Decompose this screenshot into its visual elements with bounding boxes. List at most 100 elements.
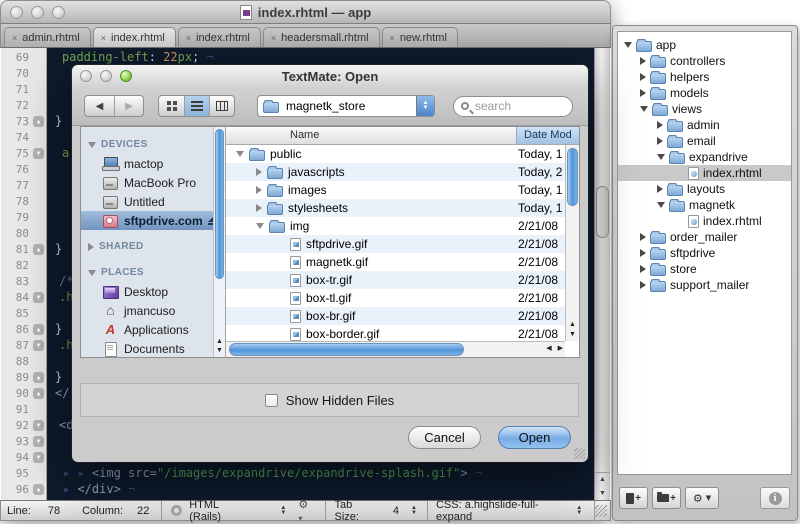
- sidebar-section-devices[interactable]: DEVICES: [81, 135, 225, 154]
- sidebar-scrollbar[interactable]: ▲▼: [213, 127, 225, 357]
- cancel-button[interactable]: Cancel: [408, 426, 481, 449]
- info-button[interactable]: [760, 487, 790, 509]
- search-input[interactable]: search: [453, 96, 573, 117]
- disclosure-collapsed-icon[interactable]: [657, 185, 663, 193]
- tree-item-helpers[interactable]: helpers: [618, 69, 791, 85]
- disclosure-collapsed-icon[interactable]: [640, 233, 646, 241]
- disclosure-collapsed-icon[interactable]: [640, 249, 646, 257]
- list-hscroll-arrows[interactable]: ◀▶: [546, 344, 563, 352]
- disclosure-expanded-icon[interactable]: [88, 270, 96, 276]
- tree-item-support-mailer[interactable]: support_mailer: [618, 277, 791, 293]
- tab-new-rhtml[interactable]: new.rhtml: [382, 27, 458, 47]
- close-tab-icon[interactable]: [390, 33, 395, 43]
- close-tab-icon[interactable]: [12, 33, 17, 43]
- window-resize-grip[interactable]: [595, 505, 607, 517]
- fold-start-icon[interactable]: [33, 452, 44, 463]
- sidebar-scrollbar-thumb[interactable]: [215, 129, 224, 279]
- popup-stepper-icon[interactable]: ▲▼: [416, 96, 434, 116]
- gear-menu-icon[interactable]: ⚙: [298, 498, 314, 524]
- fold-start-icon[interactable]: [33, 292, 44, 303]
- disclosure-collapsed-icon[interactable]: [640, 281, 646, 289]
- tree-item-magnetk[interactable]: magnetk: [618, 197, 791, 213]
- sidebar-item-home[interactable]: jmancuso: [81, 301, 225, 320]
- column-view-button[interactable]: [209, 96, 234, 116]
- fold-end-icon[interactable]: [33, 244, 44, 255]
- sidebar-section-places[interactable]: PLACES: [81, 263, 225, 282]
- tree-item-layouts[interactable]: layouts: [618, 181, 791, 197]
- fold-end-icon[interactable]: [33, 484, 44, 495]
- list-horizontal-scrollbar[interactable]: ◀▶: [226, 341, 565, 357]
- list-vertical-scrollbar[interactable]: ▲▼: [565, 145, 579, 341]
- disclosure-expanded-icon[interactable]: [657, 154, 665, 160]
- editor-scrollbar[interactable]: ▲ ▼: [594, 48, 610, 500]
- tab-admin-rhtml[interactable]: admin.rhtml: [4, 27, 91, 47]
- tab-size-stepper-icon[interactable]: ▲▼: [411, 506, 417, 516]
- disclosure-expanded-icon[interactable]: [236, 151, 244, 157]
- list-vscroll-arrows[interactable]: ▲▼: [566, 320, 579, 340]
- list-hscroll-thumb[interactable]: [229, 343, 464, 356]
- eject-icon[interactable]: [208, 217, 209, 225]
- disclosure-expanded-icon[interactable]: [657, 202, 665, 208]
- fold-start-icon[interactable]: [33, 148, 44, 159]
- sidebar-item-untitled[interactable]: Untitled: [81, 192, 225, 211]
- fold-end-icon[interactable]: [33, 116, 44, 127]
- file-row-box-br-gif[interactable]: box-br.gif2/21/08: [226, 307, 579, 325]
- file-row-magnetk-gif[interactable]: magnetk.gif2/21/08: [226, 253, 579, 271]
- close-tab-icon[interactable]: [271, 33, 276, 43]
- file-row-javascripts[interactable]: javascriptsToday, 2: [226, 163, 579, 181]
- location-popup[interactable]: magnetk_store ▲▼: [257, 95, 435, 117]
- tree-item-controllers[interactable]: controllers: [618, 53, 791, 69]
- disclosure-collapsed-icon[interactable]: [256, 186, 262, 194]
- tree-item-models[interactable]: models: [618, 85, 791, 101]
- sidebar-scroll-arrows[interactable]: ▲▼: [214, 337, 225, 355]
- disclosure-expanded-icon[interactable]: [624, 42, 632, 48]
- disclosure-expanded-icon[interactable]: [256, 223, 264, 229]
- tab-headersmall-rhtml[interactable]: headersmall.rhtml: [263, 27, 380, 47]
- sidebar-item-sftpdrive-selected[interactable]: sftpdrive.com: [81, 211, 225, 230]
- close-tab-icon[interactable]: [101, 33, 106, 43]
- tree-item-sftpdrive[interactable]: sftpdrive: [618, 245, 791, 261]
- disclosure-collapsed-icon[interactable]: [88, 243, 94, 251]
- editor-scrollbar-thumb[interactable]: [596, 186, 609, 238]
- tree-item-admin[interactable]: admin: [618, 117, 791, 133]
- open-button[interactable]: Open: [498, 426, 571, 449]
- list-view-button[interactable]: [184, 96, 209, 116]
- new-folder-button[interactable]: +: [652, 487, 681, 509]
- window-titlebar[interactable]: index.rhtml — app: [0, 0, 611, 24]
- disclosure-collapsed-icon[interactable]: [640, 89, 646, 97]
- list-vscroll-thumb[interactable]: [567, 148, 578, 206]
- tree-item-order-mailer[interactable]: order_mailer: [618, 229, 791, 245]
- icon-view-button[interactable]: [159, 96, 184, 116]
- symbol-selector[interactable]: CSS: a.highslide-full-expand: [436, 499, 572, 523]
- file-row-images[interactable]: imagesToday, 1: [226, 181, 579, 199]
- sidebar-item-mactop[interactable]: mactop: [81, 154, 225, 173]
- symbol-stepper-icon[interactable]: ▲▼: [576, 506, 582, 516]
- sidebar-section-shared[interactable]: SHARED: [81, 237, 225, 256]
- forward-button[interactable]: ▶: [114, 96, 143, 116]
- tab-index-rhtml-2[interactable]: index.rhtml: [178, 27, 261, 47]
- tree-item-expandrive[interactable]: expandrive: [618, 149, 791, 165]
- dialog-titlebar[interactable]: TextMate: Open: [72, 65, 588, 87]
- fold-start-icon[interactable]: [33, 436, 44, 447]
- tree-item-index-rhtml-selected[interactable]: index.rhtml: [618, 165, 791, 181]
- scroll-up-icon[interactable]: ▲: [595, 473, 610, 487]
- dialog-resize-grip[interactable]: [574, 448, 585, 459]
- fold-end-icon[interactable]: [33, 324, 44, 335]
- file-row-img[interactable]: img2/21/08: [226, 217, 579, 235]
- tree-item-index-rhtml-magnetk[interactable]: index.rhtml: [618, 213, 791, 229]
- tab-index-rhtml-active[interactable]: index.rhtml: [93, 27, 176, 47]
- disclosure-collapsed-icon[interactable]: [657, 121, 663, 129]
- sidebar-item-macbook-pro[interactable]: MacBook Pro: [81, 173, 225, 192]
- disclosure-collapsed-icon[interactable]: [640, 73, 646, 81]
- fold-start-icon[interactable]: [33, 420, 44, 431]
- file-row-stylesheets[interactable]: stylesheetsToday, 1: [226, 199, 579, 217]
- file-row-sftpdrive-gif[interactable]: sftpdrive.gif2/21/08: [226, 235, 579, 253]
- disclosure-collapsed-icon[interactable]: [640, 265, 646, 273]
- file-row-public[interactable]: publicToday, 1: [226, 145, 579, 163]
- column-header-date-modified[interactable]: Date Mod: [516, 127, 579, 144]
- show-hidden-files-checkbox[interactable]: [265, 394, 278, 407]
- disclosure-expanded-icon[interactable]: [88, 142, 96, 148]
- fold-end-icon[interactable]: [33, 372, 44, 383]
- disclosure-collapsed-icon[interactable]: [640, 57, 646, 65]
- column-header-name[interactable]: Name: [290, 129, 319, 141]
